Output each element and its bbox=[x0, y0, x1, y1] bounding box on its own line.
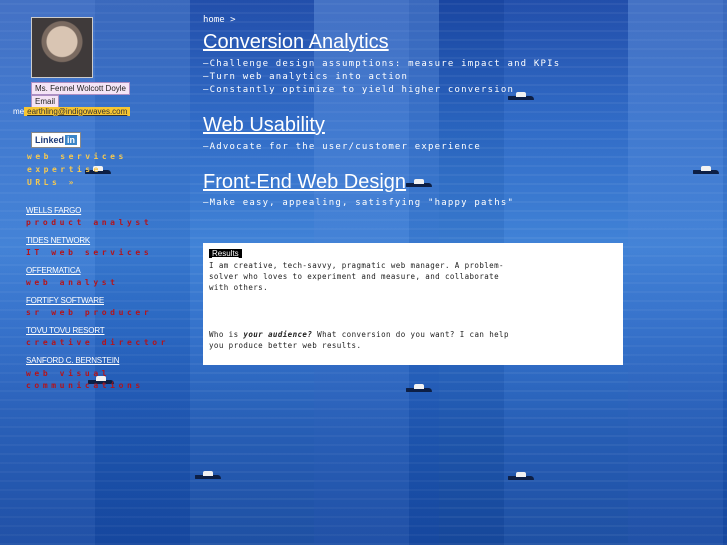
results-question: Who is your audience? What conversion do… bbox=[209, 329, 509, 351]
background-panel bbox=[628, 0, 727, 545]
job-role: product analyst bbox=[26, 218, 153, 227]
boat-icon bbox=[508, 472, 534, 480]
boat-icon bbox=[195, 471, 221, 479]
results-question-em: your audience? bbox=[243, 330, 313, 339]
boat-icon bbox=[693, 166, 719, 174]
section-line: —Make easy, appealing, satisfying "happy… bbox=[203, 198, 515, 208]
section-title-conversion-analytics[interactable]: Conversion Analytics bbox=[203, 31, 389, 54]
job-role: IT web services bbox=[26, 248, 153, 257]
section-title-front-end-web-design[interactable]: Front-End Web Design bbox=[203, 171, 406, 194]
results-intro: I am creative, tech-savvy, pragmatic web… bbox=[209, 261, 504, 292]
boat-icon bbox=[406, 179, 432, 187]
results-card: Results I am creative, tech-savvy, pragm… bbox=[203, 243, 623, 365]
nav-expertise[interactable]: expertise bbox=[27, 165, 102, 174]
job-role: web visual communications bbox=[26, 369, 144, 390]
section-line: —Constantly optimize to yield higher con… bbox=[203, 85, 515, 95]
job-company-link[interactable]: WELLS FARGO bbox=[26, 206, 81, 215]
job-role: creative director bbox=[26, 338, 170, 347]
email-line: me earthling@indigowaves.com bbox=[13, 107, 131, 116]
section-line: —Advocate for the user/customer experien… bbox=[203, 142, 481, 152]
results-question-pre: Who is bbox=[209, 330, 244, 339]
section-line: —Turn web analytics into action bbox=[203, 72, 409, 82]
job-company-link[interactable]: SANFORD C. BERNSTEIN bbox=[26, 356, 120, 365]
avatar bbox=[31, 17, 93, 78]
email-link[interactable]: earthling@indigowaves.com bbox=[24, 107, 131, 116]
linkedin-text: Linked bbox=[35, 135, 65, 145]
linkedin-icon: in bbox=[65, 135, 78, 145]
job-company-link[interactable]: OFFERMATICA bbox=[26, 266, 81, 275]
results-badge[interactable]: Results bbox=[209, 249, 242, 258]
email-prefix: me bbox=[13, 107, 25, 116]
linkedin-button[interactable]: Linked in bbox=[31, 132, 82, 148]
job-company-link[interactable]: TIDES NETWORK bbox=[26, 236, 90, 245]
section-line: —Challenge design assumptions: measure i… bbox=[203, 59, 561, 69]
job-role: sr web producer bbox=[26, 308, 153, 317]
nav-web-services[interactable]: web services bbox=[27, 152, 127, 161]
section-title-web-usability[interactable]: Web Usability bbox=[203, 114, 325, 137]
job-company-link[interactable]: TOVU TOVU RESORT bbox=[26, 326, 105, 335]
job-role: web analyst bbox=[26, 278, 119, 287]
boat-icon bbox=[406, 384, 432, 392]
profile-name: Ms. Fennel Wolcott Doyle bbox=[31, 82, 130, 95]
nav-urls[interactable]: URLs » bbox=[27, 178, 77, 187]
job-company-link[interactable]: FORTIFY SOFTWARE bbox=[26, 296, 104, 305]
breadcrumb[interactable]: home > bbox=[203, 15, 236, 25]
